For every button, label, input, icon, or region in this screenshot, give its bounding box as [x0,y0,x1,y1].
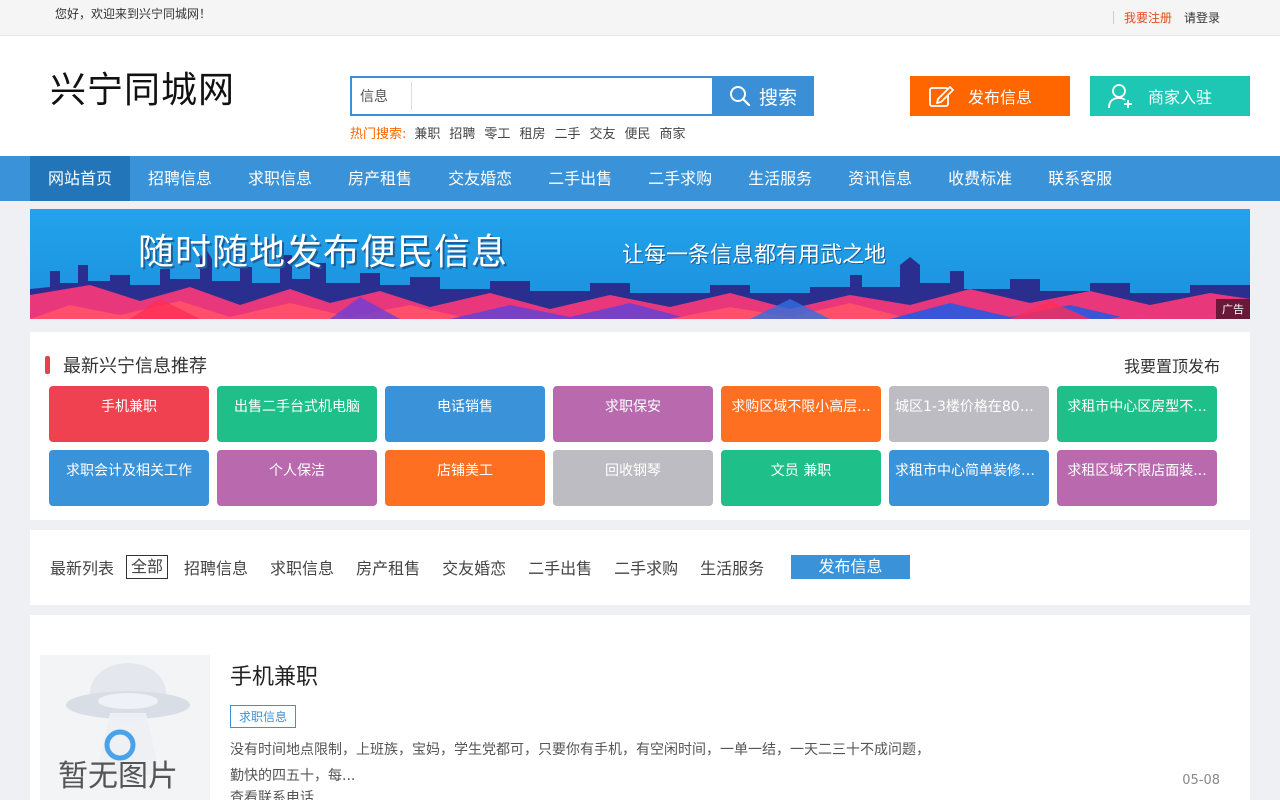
nav-item-real-estate[interactable]: 房产租售 [330,156,430,201]
hot-keyword[interactable]: 租房 [519,123,545,142]
nav-item-second-hand-buy[interactable]: 二手求购 [630,156,730,201]
recommend-header: 最新兴宁信息推荐 [45,352,207,378]
divider [1112,11,1114,24]
nav-item-home[interactable]: 网站首页 [30,156,131,201]
tab-life-services[interactable]: 生活服务 [700,555,764,579]
listing-description: 没有时间地点限制，上班族，宝妈，学生党都可，只要你有手机，有空闲时间，一单一结，… [230,742,930,784]
ad-banner[interactable]: 随时随地发布便民信息 让每一条信息都有用武之地 广告 [30,209,1250,319]
list-filter-panel: 最新列表 全部 招聘信息 求职信息 房产租售 交友婚恋 二手出售 二手求购 生活… [30,530,1250,605]
search-category-select[interactable]: 信息 [352,82,412,110]
recommend-tile[interactable]: 回收钢琴 [553,450,713,506]
recommend-tile[interactable]: 求租市中心区房型不... [1057,386,1217,442]
account-links: 我要注册 请登录 [1112,9,1220,26]
tab-all[interactable]: 全部 [126,555,169,579]
section-marker [45,356,50,374]
recommend-tile[interactable]: 求购区域不限小高层... [721,386,881,442]
hot-keyword[interactable]: 交友 [589,123,615,142]
tab-job-seeking[interactable]: 求职信息 [270,555,334,579]
welcome-text: 您好，欢迎来到兴宁同城网！ [55,7,212,21]
no-image-text: 暂无图片 [58,759,178,794]
tab-dating[interactable]: 交友婚恋 [442,555,506,579]
search-icon [729,86,751,107]
publish-info-button[interactable]: 发布信息 [910,76,1070,116]
recommend-tile[interactable]: 求职保安 [553,386,713,442]
listing-date: 05-08 [1182,773,1220,788]
recommend-tile[interactable]: 手机兼职 [49,386,209,442]
recommend-tile[interactable]: 店铺美工 [385,450,545,506]
add-user-icon [1108,84,1132,109]
pin-publish-link[interactable]: 我要置顶发布 [1124,353,1220,377]
login-link[interactable]: 请登录 [1184,9,1220,26]
recommend-tile[interactable]: 城区1-3楼价格在80万... [889,386,1049,442]
merchant-join-label: 商家入驻 [1148,88,1213,107]
recommend-tile[interactable]: 求租区域不限店面装... [1057,450,1217,506]
recommend-title: 最新兴宁信息推荐 [63,356,207,377]
hot-searches: 热门搜索: 兼职 招聘 零工 租房 二手 交友 便民 商家 [350,123,695,142]
nav-item-pricing[interactable]: 收费标准 [930,156,1030,201]
filter-tabs: 最新列表 全部 招聘信息 求职信息 房产租售 交友婚恋 二手出售 二手求购 生活… [50,555,786,579]
main-nav: 网站首页 招聘信息 求职信息 房产租售 交友婚恋 二手出售 二手求购 生活服务 … [0,156,1280,201]
search-bar: 信息 搜索 [350,76,814,116]
banner-headline: 随时随地发布便民信息 [138,232,509,273]
hot-keyword[interactable]: 二手 [554,123,580,142]
listing-thumbnail[interactable]: 暂无图片 [40,655,210,800]
recommend-tile[interactable]: 求租市中心简单装修4... [889,450,1049,506]
tab-real-estate[interactable]: 房产租售 [356,555,420,579]
recommend-tile[interactable]: 出售二手台式机电脑 [217,386,377,442]
ad-badge: 广告 [1216,299,1250,319]
listing-title[interactable]: 手机兼职 [230,659,318,691]
recommend-tiles: 手机兼职 出售二手台式机电脑 电话销售 求职保安 求购区域不限小高层... 城区… [49,386,1217,506]
nav-item-news[interactable]: 资讯信息 [830,156,930,201]
edit-icon [929,86,954,107]
site-logo[interactable]: 兴宁同城网 [50,61,235,113]
search-box: 信息 [350,76,712,116]
filter-publish-button[interactable]: 发布信息 [791,555,910,579]
tab-second-hand-buy[interactable]: 二手求购 [614,555,678,579]
recommend-tile[interactable]: 文员 兼职 [721,450,881,506]
search-button-label: 搜索 [758,86,797,109]
hot-keyword[interactable]: 招聘 [449,123,475,142]
nav-item-life-services[interactable]: 生活服务 [730,156,830,201]
tab-jobs[interactable]: 招聘信息 [184,555,248,579]
nav-item-job-seeking[interactable]: 求职信息 [230,156,330,201]
recommend-tile[interactable]: 个人保洁 [217,450,377,506]
filter-label: 最新列表 [50,559,115,578]
hot-keyword[interactable]: 零工 [484,123,510,142]
publish-info-label: 发布信息 [968,88,1033,107]
listing-category-tag[interactable]: 求职信息 [230,705,297,728]
hot-keyword[interactable]: 兼职 [414,123,440,142]
search-input[interactable] [412,78,712,114]
tab-second-hand-sell[interactable]: 二手出售 [528,555,592,579]
view-phone-link[interactable]: 查看联系电话 [230,787,314,800]
listing-panel: 暂无图片 手机兼职 求职信息 没有时间地点限制，上班族，宝妈，学生党都可，只要你… [30,615,1250,800]
header: 兴宁同城网 信息 搜索 热门搜索: 兼职 招聘 零工 租房 二手 交友 便民 商… [0,36,1280,156]
recommend-panel: 最新兴宁信息推荐 我要置顶发布 手机兼职 出售二手台式机电脑 电话销售 求职保安… [30,332,1250,520]
nav-item-dating[interactable]: 交友婚恋 [430,156,530,201]
nav-item-jobs[interactable]: 招聘信息 [130,156,230,201]
merchant-join-button[interactable]: 商家入驻 [1090,76,1250,116]
banner-slogan: 让每一条信息都有用武之地 [622,243,887,268]
hot-searches-label: 热门搜索: [350,127,407,142]
nav-item-second-hand-sell[interactable]: 二手出售 [530,156,630,201]
hot-keyword[interactable]: 便民 [624,123,650,142]
search-button[interactable]: 搜索 [712,76,814,116]
hot-keyword[interactable]: 商家 [660,123,686,142]
recommend-tile[interactable]: 求职会计及相关工作 [49,450,209,506]
nav-item-contact[interactable]: 联系客服 [1030,156,1130,201]
recommend-tile[interactable]: 电话销售 [385,386,545,442]
register-link[interactable]: 我要注册 [1124,9,1172,26]
top-bar: 您好，欢迎来到兴宁同城网！ 我要注册 请登录 [0,0,1280,36]
